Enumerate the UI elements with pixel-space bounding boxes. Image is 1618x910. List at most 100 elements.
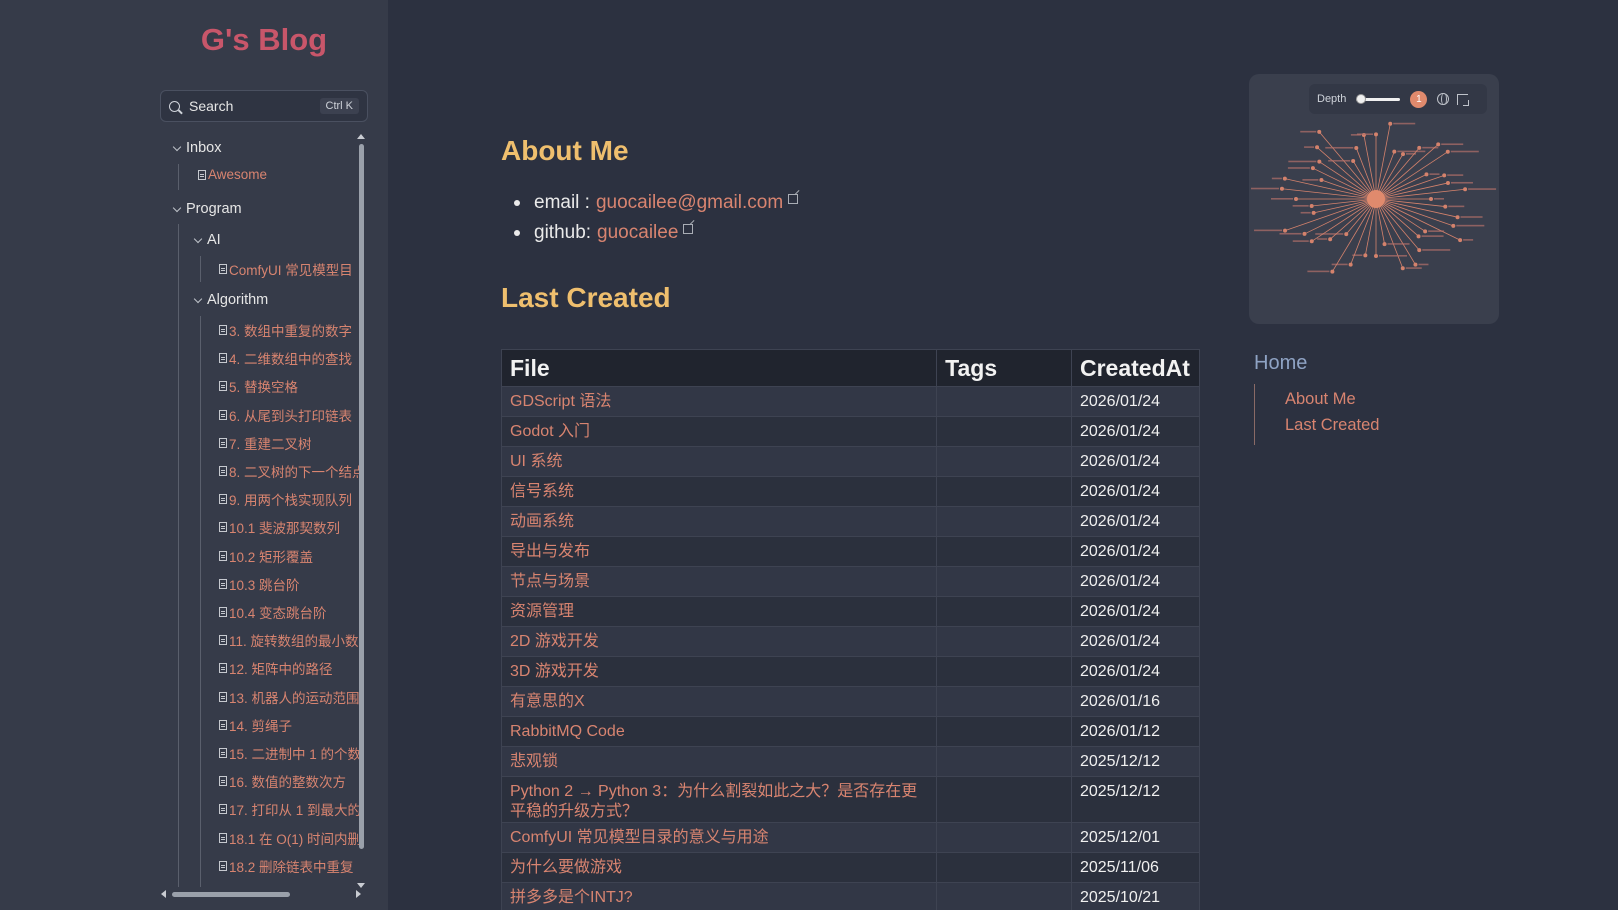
graph-current-node[interactable] xyxy=(1367,190,1385,208)
explorer-vertical-scrollbar[interactable] xyxy=(356,132,366,890)
explorer-file-item[interactable]: 18.2 删除链表中重复 xyxy=(219,856,354,876)
graph-node[interactable] xyxy=(1458,238,1463,243)
file-link[interactable]: UI 系统 xyxy=(500,446,938,477)
toc-title[interactable]: Home xyxy=(1254,352,1307,375)
file-link[interactable]: 拼多多是个INTJ? xyxy=(500,882,938,910)
file-link[interactable]: 2D 游戏开发 xyxy=(500,626,938,657)
graph-node[interactable] xyxy=(1417,145,1422,150)
scroll-down-arrow-icon[interactable] xyxy=(357,883,365,888)
global-graph-icon[interactable] xyxy=(1437,93,1450,105)
graph-node[interactable] xyxy=(1424,172,1429,177)
graph-node[interactable] xyxy=(1283,228,1288,233)
graph-node[interactable] xyxy=(1328,237,1333,242)
explorer-horizontal-scrollbar[interactable] xyxy=(160,890,362,898)
explorer-file-item[interactable]: 9. 用两个栈实现队列 xyxy=(219,489,352,509)
file-link[interactable]: 动画系统 xyxy=(500,506,938,537)
explorer-file-item[interactable]: 5. 替换空格 xyxy=(219,376,298,396)
graph-node[interactable] xyxy=(1374,132,1378,137)
graph-node[interactable] xyxy=(1400,266,1405,271)
file-link[interactable]: 为什么要做游戏 xyxy=(500,852,938,883)
file-link[interactable]: 信号系统 xyxy=(500,476,938,507)
graph-node[interactable] xyxy=(1429,197,1433,201)
file-link[interactable]: RabbitMQ Code xyxy=(500,716,938,747)
graph-node[interactable] xyxy=(1309,239,1314,244)
graph-node[interactable] xyxy=(1413,262,1418,267)
file-link[interactable]: GDScript 语法 xyxy=(500,386,938,417)
explorer-file-item[interactable]: 6. 从尾到头打印链表 xyxy=(219,405,352,425)
folder-ai[interactable]: AI xyxy=(193,232,221,248)
scroll-left-arrow-icon[interactable] xyxy=(161,890,166,898)
scrollbar-thumb[interactable] xyxy=(359,144,364,849)
graph-node[interactable] xyxy=(1445,149,1450,154)
explorer-file-item[interactable]: 15. 二进制中 1 的个数 xyxy=(219,743,361,763)
file-link[interactable]: Python 2 → Python 3：为什么割裂如此之大？是否存在更平稳的升级… xyxy=(500,776,938,823)
folder-inbox[interactable]: Inbox xyxy=(172,140,221,156)
scrollbar-thumb[interactable] xyxy=(172,892,290,897)
graph-node[interactable] xyxy=(1436,142,1441,147)
file-link[interactable]: 3D 游戏开发 xyxy=(500,656,938,687)
explorer-file-item[interactable]: 14. 剪绳子 xyxy=(219,715,292,735)
file-link[interactable]: 节点与场景 xyxy=(500,566,938,597)
graph-node[interactable] xyxy=(1401,152,1406,157)
graph-node[interactable] xyxy=(1392,149,1397,154)
explorer-file-item[interactable]: 3. 数组中重复的数字 xyxy=(219,320,352,340)
explorer-file-item[interactable]: Awesome xyxy=(198,167,267,182)
graph-node[interactable] xyxy=(1309,204,1314,209)
site-title[interactable]: G's Blog xyxy=(160,22,368,58)
graph-node[interactable] xyxy=(1319,178,1324,183)
fullscreen-icon[interactable] xyxy=(1457,93,1470,106)
depth-slider-knob[interactable] xyxy=(1355,93,1366,104)
scroll-up-arrow-icon[interactable] xyxy=(357,134,365,139)
graph-node[interactable] xyxy=(1417,248,1422,253)
graph-node[interactable] xyxy=(1310,166,1315,171)
toc-item-about-me[interactable]: About Me xyxy=(1285,390,1356,409)
graph-node[interactable] xyxy=(1317,159,1322,164)
graph-node[interactable] xyxy=(1302,231,1307,236)
graph-node[interactable] xyxy=(1455,215,1460,220)
search-button[interactable]: Search Ctrl K xyxy=(160,90,368,122)
file-link[interactable]: 资源管理 xyxy=(500,596,938,627)
file-link[interactable]: 导出与发布 xyxy=(500,536,938,567)
explorer-file-item[interactable]: 11. 旋转数组的最小数 xyxy=(219,630,359,650)
graph-node[interactable] xyxy=(1279,186,1284,191)
file-link[interactable]: ComfyUI 常见模型目录的意义与用途 xyxy=(500,822,938,853)
explorer-file-item[interactable]: 10.1 斐波那契数列 xyxy=(219,517,340,537)
explorer-file-item[interactable]: 7. 重建二叉树 xyxy=(219,433,312,453)
toc-item-last-created[interactable]: Last Created xyxy=(1285,416,1379,435)
explorer-file-item[interactable]: ComfyUI 常见模型目 xyxy=(219,259,353,279)
graph-node[interactable] xyxy=(1451,223,1456,228)
explorer-file-item[interactable]: 16. 数值的整数次方 xyxy=(219,771,346,791)
email-link[interactable]: guocailee@gmail.com xyxy=(596,192,783,214)
graph-node[interactable] xyxy=(1330,269,1335,274)
file-link[interactable]: Godot 入门 xyxy=(500,416,938,447)
graph-node[interactable] xyxy=(1388,121,1393,126)
explorer-file-item[interactable]: 8. 二叉树的下一个结点 xyxy=(219,461,362,481)
graph-node[interactable] xyxy=(1354,145,1359,150)
graph-node[interactable] xyxy=(1443,204,1448,209)
graph-node[interactable] xyxy=(1315,145,1320,150)
file-link[interactable]: 悲观锁 xyxy=(500,746,938,777)
graph-node[interactable] xyxy=(1348,262,1353,267)
explorer-file-item[interactable]: 12. 矩阵中的路径 xyxy=(219,658,333,678)
explorer-file-item[interactable]: 10.4 变态跳台阶 xyxy=(219,602,327,622)
graph-node[interactable] xyxy=(1344,232,1349,237)
graph-node[interactable] xyxy=(1445,180,1450,185)
file-link[interactable]: 有意思的X xyxy=(500,686,938,717)
graph-view[interactable]: Depth 1 xyxy=(1249,74,1499,324)
graph-node[interactable] xyxy=(1317,129,1322,134)
graph-node[interactable] xyxy=(1363,253,1368,258)
explorer-file-item[interactable]: 4. 二维数组中的查找 xyxy=(219,348,352,368)
explorer-file-item[interactable]: 17. 打印从 1 到最大的 xyxy=(219,799,361,819)
graph-node[interactable] xyxy=(1351,158,1356,163)
graph-node[interactable] xyxy=(1423,229,1428,234)
folder-program[interactable]: Program xyxy=(172,201,242,217)
graph-node[interactable] xyxy=(1311,210,1316,215)
graph-node[interactable] xyxy=(1442,173,1447,178)
graph-node[interactable] xyxy=(1294,197,1298,201)
explorer-file-item[interactable]: 18.1 在 O(1) 时间内删 xyxy=(219,828,361,848)
github-link[interactable]: guocailee xyxy=(597,222,678,244)
explorer-file-item[interactable]: 10.3 跳台阶 xyxy=(219,574,300,594)
graph-node[interactable] xyxy=(1382,242,1387,247)
depth-slider[interactable] xyxy=(1355,93,1401,104)
graph-node[interactable] xyxy=(1374,254,1378,258)
